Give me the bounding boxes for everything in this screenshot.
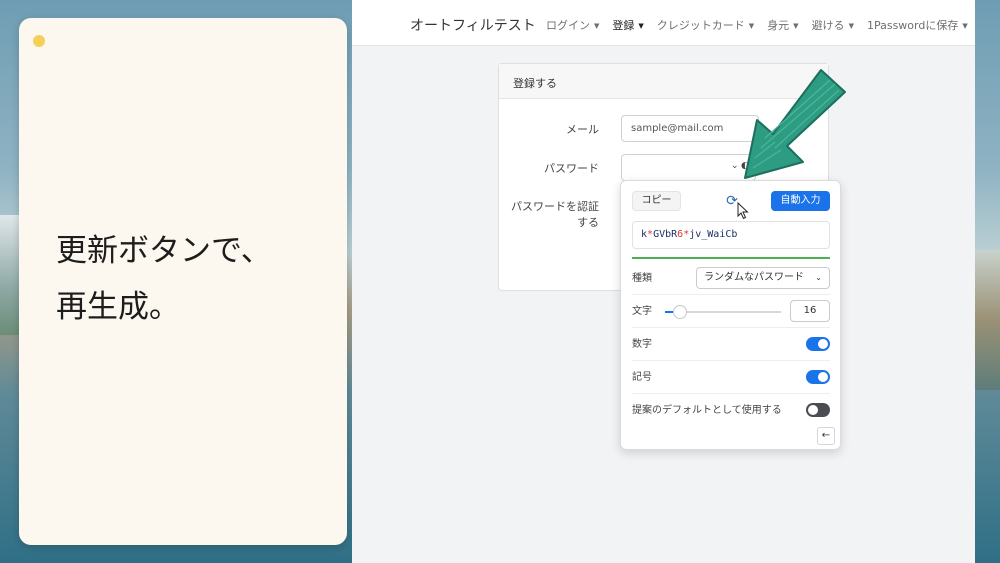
numbers-label: 数字	[632, 339, 652, 350]
nav-item-identity[interactable]: 身元 ▼	[767, 17, 798, 33]
password-generator-popup: コピー ⟳ 自動入力 k*GVbR6*jv_WaiCb 種類 ランダムなパスワー…	[620, 180, 841, 450]
generated-password[interactable]: k*GVbR6*jv_WaiCb	[632, 221, 830, 249]
symbols-toggle[interactable]	[806, 370, 830, 384]
nav-item-label: クレジットカード	[656, 19, 745, 32]
type-label: 種類	[632, 273, 652, 284]
pointer-arrow-icon	[744, 69, 846, 179]
nav-menu: ログイン ▼ 登録 ▼ クレジットカード ▼ 身元 ▼ 避ける ▼ 1Passwordに保…	[546, 17, 975, 33]
strength-bar	[632, 257, 830, 259]
password-part: GVbR	[653, 229, 678, 240]
note-dot-icon	[33, 35, 45, 47]
password-part: jv_WaiCb	[689, 229, 738, 240]
annotation-note: 更新ボタンで、 再生成。	[19, 18, 347, 545]
toggle-knob	[818, 372, 828, 382]
copy-button[interactable]: コピー	[632, 191, 681, 211]
default-toggle[interactable]	[806, 403, 830, 417]
nav-item-label: 登録	[612, 19, 635, 32]
numbers-toggle[interactable]	[806, 337, 830, 351]
caret-down-icon: ▼	[748, 22, 755, 30]
note-line-2: 再生成。	[56, 289, 180, 325]
nav-item-label: 避ける	[811, 19, 845, 32]
note-line-1: 更新ボタンで、	[56, 233, 272, 269]
symbols-label: 記号	[632, 372, 652, 383]
nav-item-label: ログイン	[546, 19, 590, 32]
arrow-left-icon[interactable]: ←	[817, 427, 835, 445]
nav-item-avoid[interactable]: 避ける ▼	[812, 17, 854, 33]
confirm-label-line-1: パスワードを認証	[511, 200, 599, 213]
chevron-down-icon: ⌄	[815, 273, 822, 282]
length-slider[interactable]	[665, 305, 781, 319]
brand-title[interactable]: オートフィルテスト	[410, 15, 536, 35]
toggle-knob	[818, 339, 828, 349]
numbers-row: 数字	[632, 328, 830, 361]
mouse-cursor-icon	[737, 202, 749, 220]
nav-item-label: 身元	[767, 19, 790, 32]
type-select[interactable]: ランダムなパスワード ⌄	[696, 267, 830, 289]
length-label: 文字	[632, 306, 652, 317]
caret-down-icon: ▼	[962, 22, 968, 30]
confirm-label-line-2: する	[577, 216, 599, 229]
type-value: ランダムなパスワード	[704, 272, 804, 283]
length-row: 文字 16	[632, 295, 830, 328]
confirm-password-label: パスワードを認証 する	[509, 199, 599, 231]
caret-down-icon: ▼	[638, 22, 644, 30]
toggle-knob	[808, 405, 818, 415]
slider-thumb[interactable]	[672, 305, 687, 319]
length-input[interactable]: 16	[790, 300, 830, 322]
nav-item-save-1password[interactable]: 1Passwordに保存 ▼	[867, 17, 968, 33]
nav-item-label: 1Passwordに保存	[866, 19, 959, 32]
default-label: 提案のデフォルトとして使用する	[632, 405, 782, 416]
autofill-button[interactable]: 自動入力	[771, 191, 830, 211]
email-label: メール	[566, 123, 599, 136]
caret-down-icon: ▼	[848, 22, 854, 30]
note-text: 更新ボタンで、 再生成。	[56, 223, 272, 335]
caret-down-icon: ▼	[594, 22, 600, 30]
type-row: 種類 ランダムなパスワード ⌄	[632, 262, 830, 295]
nav-item-login[interactable]: ログイン ▼	[546, 17, 599, 33]
top-navbar: オートフィルテスト ログイン ▼ 登録 ▼ クレジットカード ▼ 身元 ▼ 避ける ▼ 1…	[352, 0, 975, 46]
default-row: 提案のデフォルトとして使用する	[632, 394, 830, 427]
nav-item-register[interactable]: 登録 ▼	[612, 17, 643, 33]
password-label: パスワード	[544, 162, 599, 175]
caret-down-icon: ▼	[793, 22, 799, 30]
nav-item-credit-card[interactable]: クレジットカード ▼	[657, 17, 754, 33]
symbols-row: 記号	[632, 361, 830, 394]
